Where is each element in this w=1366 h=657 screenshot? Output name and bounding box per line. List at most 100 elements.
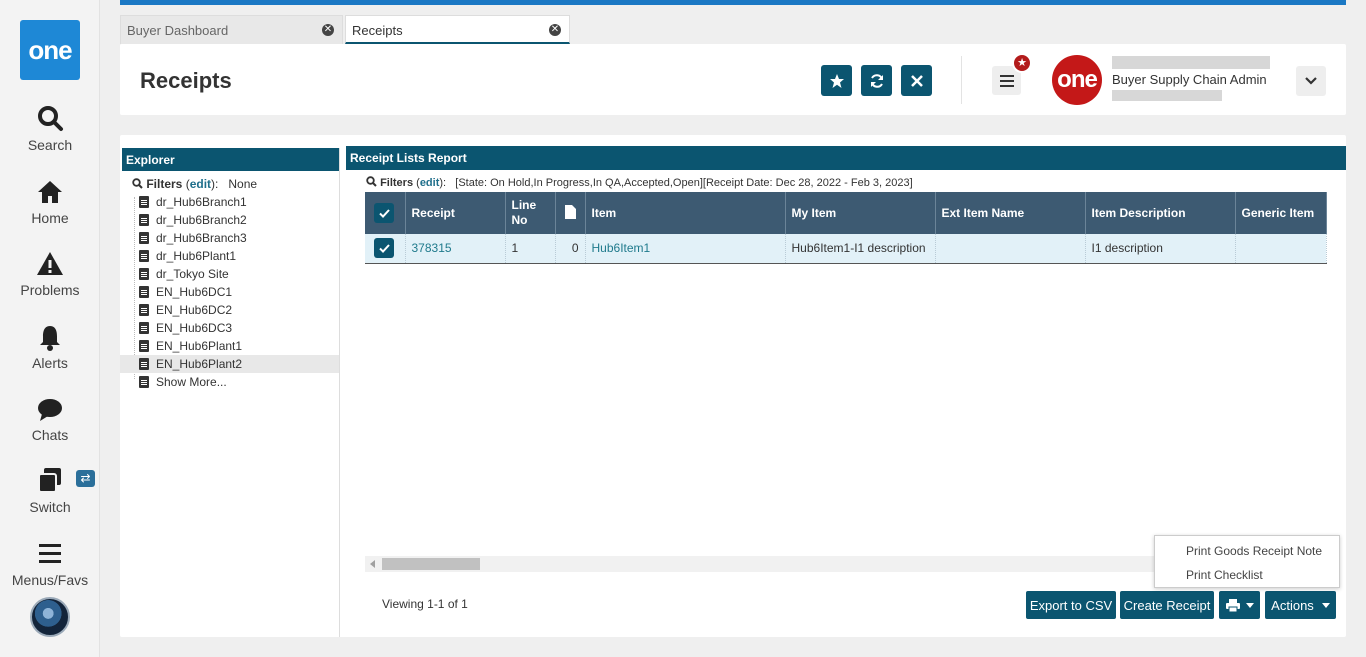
home-icon <box>38 181 62 203</box>
nav-menus-favs-label: Menus/Favs <box>11 572 89 588</box>
check-icon <box>378 208 390 218</box>
check-icon <box>378 244 390 253</box>
tab-label: Buyer Dashboard <box>127 23 229 38</box>
tree-item[interactable]: EN_Hub6DC3 <box>120 319 339 337</box>
nav-chats[interactable]: Chats <box>0 394 100 443</box>
col-item[interactable]: Item <box>585 192 786 234</box>
item-link[interactable]: Hub6Item1 <box>585 234 786 264</box>
tree-item[interactable]: dr_Hub6Branch3 <box>120 229 339 247</box>
close-tab-icon[interactable]: ✕ <box>549 24 561 36</box>
tab-label: Receipts <box>352 23 403 38</box>
document-icon <box>564 204 576 219</box>
actions-dropdown-button[interactable]: Actions <box>1265 591 1336 619</box>
tree-item[interactable]: EN_Hub6DC2 <box>120 301 339 319</box>
print-checklist-item[interactable]: Print Checklist <box>1186 568 1263 582</box>
nav-problems[interactable]: Problems <box>0 249 100 298</box>
tree-item-label: dr_Hub6Branch1 <box>156 195 247 209</box>
close-icon <box>910 74 923 87</box>
tab-receipts[interactable]: Receipts ✕ <box>345 15 570 44</box>
caret-down-icon <box>1321 602 1330 608</box>
explorer-filters-edit-link[interactable]: edit <box>190 177 211 191</box>
scroll-left-arrow-icon[interactable] <box>370 560 375 568</box>
report-filters-edit-link[interactable]: edit <box>420 177 440 189</box>
row-checkbox[interactable] <box>374 238 394 259</box>
tree-item[interactable]: EN_Hub6DC1 <box>120 283 339 301</box>
hamburger-icon <box>39 544 61 563</box>
star-icon <box>829 73 844 88</box>
printer-icon <box>1225 598 1240 612</box>
col-generic-item[interactable]: Generic Item <box>1235 192 1327 234</box>
tab-buyer-dashboard[interactable]: Buyer Dashboard ✕ <box>120 15 343 44</box>
nav-search[interactable]: Search <box>0 104 100 153</box>
search-icon <box>366 176 377 187</box>
col-line-no[interactable]: Line No <box>505 192 556 234</box>
tree-item[interactable]: dr_Hub6Branch2 <box>120 211 339 229</box>
favorite-button[interactable] <box>821 65 852 96</box>
user-role: Buyer Supply Chain Admin <box>1112 72 1267 87</box>
nav-alerts-label: Alerts <box>32 355 68 371</box>
tree-show-more[interactable]: Show More... <box>120 373 339 391</box>
viewing-count: Viewing 1-1 of 1 <box>382 597 468 611</box>
col-my-item[interactable]: My Item <box>785 192 936 234</box>
switch-arrows-icon[interactable]: ⇄ <box>76 470 95 487</box>
explorer-header: Explorer <box>122 148 339 171</box>
app-logo[interactable]: one <box>20 20 80 80</box>
col-item-description[interactable]: Item Description <box>1085 192 1236 234</box>
nav-search-label: Search <box>27 137 73 153</box>
redacted-username <box>1112 56 1270 69</box>
document-icon <box>139 304 149 316</box>
nav-problems-label: Problems <box>20 282 80 298</box>
export-csv-button[interactable]: Export to CSV <box>1026 591 1116 619</box>
table-header-row: Receipt Line No Item My Item Ext Item Na… <box>365 192 1327 234</box>
list-icon <box>999 74 1014 87</box>
nav-home[interactable]: Home <box>0 177 100 226</box>
table-row[interactable]: 378315 1 0 Hub6Item1 Hub6Item1-I1 descri… <box>365 234 1327 264</box>
chevron-down-icon <box>1305 77 1317 85</box>
tree-item-label: Show More... <box>156 375 227 389</box>
document-icon <box>139 358 149 370</box>
tree-item-label: EN_Hub6DC3 <box>156 321 233 335</box>
row-select-cell[interactable] <box>365 234 406 264</box>
create-receipt-button[interactable]: Create Receipt <box>1120 591 1214 619</box>
tree-item-label: EN_Hub6Plant1 <box>156 339 243 353</box>
tree-item[interactable]: EN_Hub6Plant1 <box>120 337 339 355</box>
col-documents[interactable] <box>555 192 586 234</box>
tree-item[interactable]: dr_Hub6Plant1 <box>120 247 339 265</box>
select-all-checkbox[interactable] <box>374 203 394 223</box>
tree-item[interactable]: dr_Tokyo Site <box>120 265 339 283</box>
receipt-link[interactable]: 378315 <box>405 234 506 264</box>
user-avatar[interactable] <box>30 597 70 637</box>
report-filters: Filters (edit): [State: On Hold,In Progr… <box>366 176 913 189</box>
nav-menus-favs[interactable]: Menus/Favs <box>0 539 100 588</box>
tree-item-label: dr_Hub6Branch2 <box>156 213 247 227</box>
print-goods-receipt-note-item[interactable]: Print Goods Receipt Note <box>1186 544 1322 558</box>
receipts-table: Receipt Line No Item My Item Ext Item Na… <box>365 192 1327 264</box>
documents-count-cell[interactable]: 0 <box>555 234 586 264</box>
scrollbar-thumb[interactable] <box>382 558 480 570</box>
page-title: Receipts <box>140 68 232 93</box>
panel-divider[interactable] <box>339 148 340 637</box>
refresh-button[interactable] <box>861 65 892 96</box>
explorer-tree: dr_Hub6Branch1 dr_Hub6Branch2 dr_Hub6Bra… <box>120 193 339 391</box>
close-tab-icon[interactable]: ✕ <box>322 24 334 36</box>
document-icon <box>139 214 149 226</box>
print-dropdown-button[interactable] <box>1219 591 1260 619</box>
document-icon <box>139 376 149 388</box>
tree-item-label: EN_Hub6DC2 <box>156 303 233 317</box>
actions-label: Actions <box>1271 597 1314 613</box>
document-icon <box>139 250 149 262</box>
select-all-header[interactable] <box>365 192 406 234</box>
left-nav: one Search Home Problems Alerts Chats Sw… <box>0 0 100 657</box>
tree-item-selected[interactable]: EN_Hub6Plant2 <box>120 355 339 373</box>
header-divider <box>961 56 962 104</box>
nav-alerts[interactable]: Alerts <box>0 322 100 371</box>
tree-item[interactable]: dr_Hub6Branch1 <box>120 193 339 211</box>
close-page-button[interactable] <box>901 65 932 96</box>
col-ext-item-name[interactable]: Ext Item Name <box>935 192 1086 234</box>
col-receipt[interactable]: Receipt <box>405 192 506 234</box>
caret-down-icon <box>1245 602 1254 608</box>
profile-dropdown-button[interactable] <box>1296 66 1326 96</box>
tree-item-label: dr_Tokyo Site <box>156 267 229 281</box>
favorites-star-badge-icon: ★ <box>1012 53 1032 73</box>
filters-label: Filters <box>146 177 183 191</box>
